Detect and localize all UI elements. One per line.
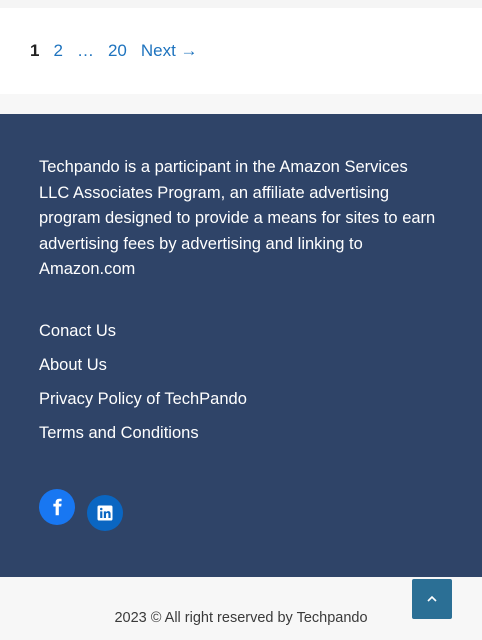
- page-current: 1: [30, 41, 40, 60]
- copyright-text: 2023 © All right reserved by Techpando: [114, 610, 368, 626]
- chevron-up-icon: [427, 595, 437, 602]
- back-to-top-button[interactable]: [412, 579, 452, 619]
- footer-link-privacy[interactable]: Privacy Policy of TechPando: [39, 390, 247, 408]
- footer-link-about[interactable]: About Us: [39, 356, 107, 374]
- next-page-link[interactable]: Next →: [141, 41, 198, 61]
- footer-widgets: Techpando is a participant in the Amazon…: [0, 114, 482, 577]
- footer-link-contact[interactable]: Conact Us: [39, 322, 116, 340]
- footer-link-terms[interactable]: Terms and Conditions: [39, 424, 199, 442]
- pagination-panel: 1 2 … 20 Next →: [0, 8, 482, 94]
- top-strip: [0, 0, 482, 8]
- linkedin-icon[interactable]: [87, 495, 123, 531]
- page-ellipsis: …: [76, 41, 94, 60]
- pagination: 1 2 … 20 Next →: [30, 41, 198, 61]
- footer-links: Conact Us About Us Privacy Policy of Tec…: [39, 322, 247, 458]
- page-link-20[interactable]: 20: [108, 41, 127, 61]
- facebook-icon[interactable]: [39, 489, 75, 525]
- page-link-2[interactable]: 2: [53, 41, 62, 61]
- affiliate-disclaimer: Techpando is a participant in the Amazon…: [39, 158, 436, 278]
